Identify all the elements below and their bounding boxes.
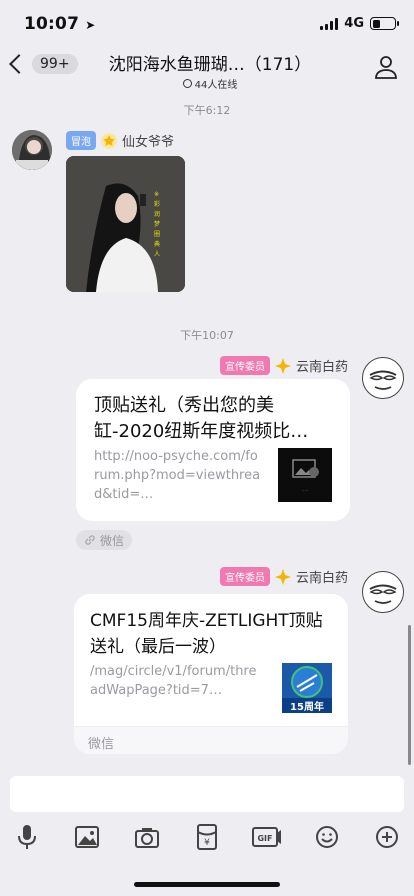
svg-text:GIF: GIF [257, 834, 272, 843]
red-packet-button[interactable]: ¥ [194, 824, 220, 850]
plus-icon [376, 826, 398, 848]
emoji-button[interactable] [314, 824, 340, 850]
timestamp: 下午10:07 [180, 329, 234, 342]
link-thumbnail: 15周年 [282, 663, 332, 713]
signal-icon [320, 17, 339, 30]
role-tag: 宣传委员 [219, 567, 270, 586]
svg-text:·····: ····· [302, 488, 308, 493]
group-members-icon[interactable] [374, 54, 400, 80]
star-icon [101, 132, 117, 149]
source-pill[interactable]: 微信 [76, 530, 133, 550]
svg-text:※彩润梦圈典人: ※彩润梦圈典人 [154, 191, 160, 258]
back-button[interactable]: 99+ [6, 54, 78, 74]
image-icon [75, 826, 99, 848]
photo-message[interactable]: ※彩润梦圈典人 [66, 156, 185, 292]
status-time: 10:07 ➤ [24, 14, 96, 34]
gif-button[interactable]: GIF [252, 824, 282, 850]
message-input[interactable] [10, 776, 404, 812]
role-tag: 宣传委员 [219, 356, 270, 375]
link-icon [85, 535, 95, 545]
sender-name: 仙女爷爷 [122, 135, 175, 150]
online-count: 44人在线 [100, 76, 320, 91]
home-indicator [134, 882, 280, 887]
more-button[interactable] [374, 824, 400, 850]
link-title: 顶贴送礼（秀出您的美缸-2020纽斯年度视频比… [94, 395, 309, 442]
battery-icon [370, 17, 399, 30]
sender-row: 宣传委员 云南白药 [219, 567, 348, 586]
svg-text:¥: ¥ [204, 838, 210, 848]
link-url: http://noo-psyche.com/forum.php?mod=view… [94, 449, 261, 502]
timestamp: 下午6:12 [183, 104, 231, 117]
link-source: 微信 [74, 726, 348, 754]
unread-badge: 99+ [32, 54, 78, 74]
sparkle-icon [274, 357, 291, 374]
camera-button[interactable] [134, 824, 160, 850]
sender-row: 宣传委员 云南白药 [219, 356, 348, 375]
avatar[interactable] [362, 357, 404, 399]
chat-title-area[interactable]: 沈阳海水鱼珊瑚…（171） 44人在线 [100, 50, 320, 91]
nav-bar: 99+ 沈阳海水鱼珊瑚…（171） 44人在线 [0, 46, 414, 91]
clock-icon [182, 79, 192, 88]
red-packet-icon: ¥ [197, 824, 217, 850]
voice-button[interactable] [14, 824, 40, 850]
link-card[interactable]: 顶贴送礼（秀出您的美缸-2020纽斯年度视频比… http://noo-psyc… [76, 379, 350, 521]
status-bar: 10:07 ➤ 4G [0, 0, 414, 46]
emoji-icon [316, 826, 338, 848]
input-toolbar: ¥ GIF [0, 824, 414, 852]
microphone-icon [18, 825, 36, 849]
sender-name: 云南白药 [295, 571, 348, 586]
link-title: CMF15周年庆-ZETLIGHT顶贴送礼（最后一波） [90, 611, 323, 657]
gif-icon: GIF [252, 827, 281, 847]
link-url: /mag/circle/v1/forum/threadWapPage?tid=7… [90, 664, 257, 698]
member-tag: 冒泡 [66, 131, 96, 150]
image-button[interactable] [74, 824, 100, 850]
chevron-left-icon [9, 54, 29, 74]
avatar[interactable] [362, 571, 404, 613]
sender-row: 冒泡 仙女爷爷 [66, 131, 174, 150]
sender-name: 云南白药 [295, 360, 348, 375]
chat-title: 沈阳海水鱼珊瑚…（171） [108, 55, 312, 75]
network-label: 4G [344, 16, 364, 31]
status-icons: 4G [320, 16, 399, 31]
avatar[interactable] [12, 130, 52, 170]
link-thumbnail: ····· [278, 448, 332, 502]
sparkle-icon [274, 568, 291, 585]
thumbnail-text: 15周年 [290, 700, 324, 713]
input-area: ¥ GIF [0, 766, 414, 896]
scrollbar[interactable] [408, 625, 411, 765]
camera-icon [135, 828, 159, 848]
link-card[interactable]: CMF15周年庆-ZETLIGHT顶贴送礼（最后一波） /mag/circle/… [74, 594, 348, 754]
